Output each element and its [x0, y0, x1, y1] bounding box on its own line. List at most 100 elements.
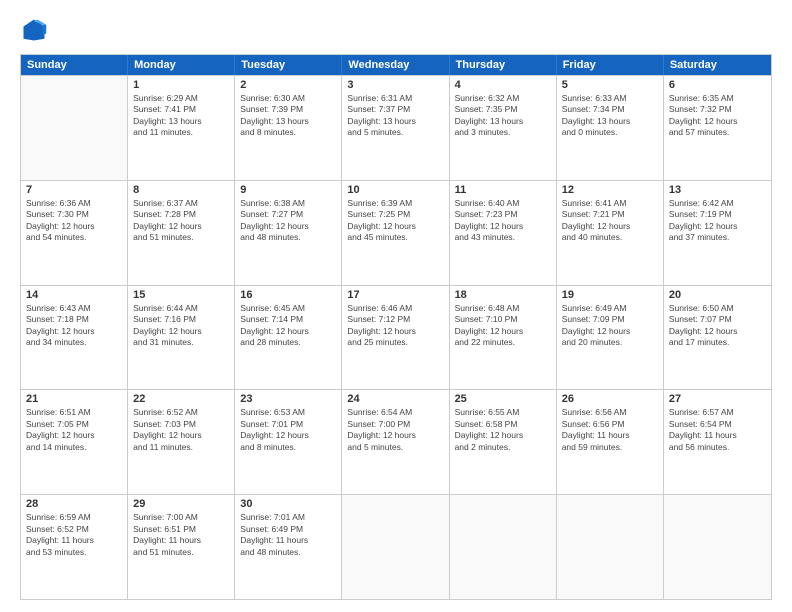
- cal-cell: [450, 495, 557, 599]
- cal-cell: 29 Sunrise: 7:00 AMSunset: 6:51 PMDayligh…: [128, 495, 235, 599]
- cal-cell: 28 Sunrise: 6:59 AMSunset: 6:52 PMDayligh…: [21, 495, 128, 599]
- cell-info: Sunrise: 7:01 AMSunset: 6:49 PMDaylight:…: [240, 512, 336, 558]
- cal-cell: 2 Sunrise: 6:30 AMSunset: 7:39 PMDaylight…: [235, 76, 342, 180]
- calendar-body: 1 Sunrise: 6:29 AMSunset: 7:41 PMDaylight…: [21, 75, 771, 599]
- cell-info: Sunrise: 6:37 AMSunset: 7:28 PMDaylight:…: [133, 198, 229, 244]
- cell-info: Sunrise: 6:44 AMSunset: 7:16 PMDaylight:…: [133, 303, 229, 349]
- cell-info: Sunrise: 7:00 AMSunset: 6:51 PMDaylight:…: [133, 512, 229, 558]
- cal-cell: [342, 495, 449, 599]
- day-number: 24: [347, 393, 443, 405]
- cell-info: Sunrise: 6:32 AMSunset: 7:35 PMDaylight:…: [455, 93, 551, 139]
- cell-info: Sunrise: 6:57 AMSunset: 6:54 PMDaylight:…: [669, 407, 766, 453]
- cal-cell: [21, 76, 128, 180]
- cell-info: Sunrise: 6:50 AMSunset: 7:07 PMDaylight:…: [669, 303, 766, 349]
- day-header-friday: Friday: [557, 55, 664, 75]
- day-number: 1: [133, 79, 229, 91]
- day-number: 9: [240, 184, 336, 196]
- cell-info: Sunrise: 6:43 AMSunset: 7:18 PMDaylight:…: [26, 303, 122, 349]
- cal-cell: 5Sunrise: 6:33 AMSunset: 7:34 PMDaylight…: [557, 76, 664, 180]
- day-number: 23: [240, 393, 336, 405]
- day-number: 5: [562, 79, 658, 91]
- cal-cell: 4 Sunrise: 6:32 AMSunset: 7:35 PMDaylight…: [450, 76, 557, 180]
- cell-info: Sunrise: 6:46 AMSunset: 7:12 PMDaylight:…: [347, 303, 443, 349]
- cal-cell: 10 Sunrise: 6:39 AMSunset: 7:25 PMDayligh…: [342, 181, 449, 285]
- day-header-saturday: Saturday: [664, 55, 771, 75]
- cell-info: Sunrise: 6:35 AMSunset: 7:32 PMDaylight:…: [669, 93, 766, 139]
- day-number: 29: [133, 498, 229, 510]
- cal-cell: 6 Sunrise: 6:35 AMSunset: 7:32 PMDaylight…: [664, 76, 771, 180]
- calendar: SundayMondayTuesdayWednesdayThursdayFrid…: [20, 54, 772, 600]
- day-number: 4: [455, 79, 551, 91]
- day-number: 6: [669, 79, 766, 91]
- cell-info: Sunrise: 6:53 AMSunset: 7:01 PMDaylight:…: [240, 407, 336, 453]
- day-number: 2: [240, 79, 336, 91]
- cal-cell: 16 Sunrise: 6:45 AMSunset: 7:14 PMDayligh…: [235, 286, 342, 390]
- page: SundayMondayTuesdayWednesdayThursdayFrid…: [0, 0, 792, 612]
- cell-info: Sunrise: 6:55 AMSunset: 6:58 PMDaylight:…: [455, 407, 551, 453]
- day-number: 26: [562, 393, 658, 405]
- cal-cell: [664, 495, 771, 599]
- cal-cell: 25 Sunrise: 6:55 AMSunset: 6:58 PMDayligh…: [450, 390, 557, 494]
- day-header-wednesday: Wednesday: [342, 55, 449, 75]
- cal-cell: 21 Sunrise: 6:51 AMSunset: 7:05 PMDayligh…: [21, 390, 128, 494]
- cal-cell: 9Sunrise: 6:38 AMSunset: 7:27 PMDaylight…: [235, 181, 342, 285]
- cal-cell: 18Sunrise: 6:48 AMSunset: 7:10 PMDayligh…: [450, 286, 557, 390]
- cal-cell: 13Sunrise: 6:42 AMSunset: 7:19 PMDayligh…: [664, 181, 771, 285]
- cell-info: Sunrise: 6:31 AMSunset: 7:37 PMDaylight:…: [347, 93, 443, 139]
- day-number: 7: [26, 184, 122, 196]
- day-number: 8: [133, 184, 229, 196]
- day-header-tuesday: Tuesday: [235, 55, 342, 75]
- cal-cell: 26Sunrise: 6:56 AMSunset: 6:56 PMDayligh…: [557, 390, 664, 494]
- day-number: 19: [562, 289, 658, 301]
- cal-cell: 19 Sunrise: 6:49 AMSunset: 7:09 PMDayligh…: [557, 286, 664, 390]
- cell-info: Sunrise: 6:51 AMSunset: 7:05 PMDaylight:…: [26, 407, 122, 453]
- day-number: 16: [240, 289, 336, 301]
- cal-cell: 12Sunrise: 6:41 AMSunset: 7:21 PMDayligh…: [557, 181, 664, 285]
- day-number: 14: [26, 289, 122, 301]
- cell-info: Sunrise: 6:30 AMSunset: 7:39 PMDaylight:…: [240, 93, 336, 139]
- header: [20, 16, 772, 44]
- cell-info: Sunrise: 6:39 AMSunset: 7:25 PMDaylight:…: [347, 198, 443, 244]
- week-row-1: 7 Sunrise: 6:36 AMSunset: 7:30 PMDaylight…: [21, 180, 771, 285]
- day-header-thursday: Thursday: [450, 55, 557, 75]
- cal-cell: 7 Sunrise: 6:36 AMSunset: 7:30 PMDaylight…: [21, 181, 128, 285]
- cal-cell: 27 Sunrise: 6:57 AMSunset: 6:54 PMDayligh…: [664, 390, 771, 494]
- day-header-monday: Monday: [128, 55, 235, 75]
- cal-cell: 1 Sunrise: 6:29 AMSunset: 7:41 PMDaylight…: [128, 76, 235, 180]
- day-number: 13: [669, 184, 766, 196]
- day-number: 20: [669, 289, 766, 301]
- cal-cell: 22 Sunrise: 6:52 AMSunset: 7:03 PMDayligh…: [128, 390, 235, 494]
- day-number: 21: [26, 393, 122, 405]
- cal-cell: 17Sunrise: 6:46 AMSunset: 7:12 PMDayligh…: [342, 286, 449, 390]
- cell-info: Sunrise: 6:29 AMSunset: 7:41 PMDaylight:…: [133, 93, 229, 139]
- week-row-3: 21 Sunrise: 6:51 AMSunset: 7:05 PMDayligh…: [21, 389, 771, 494]
- day-number: 27: [669, 393, 766, 405]
- cal-cell: 14 Sunrise: 6:43 AMSunset: 7:18 PMDayligh…: [21, 286, 128, 390]
- cell-info: Sunrise: 6:45 AMSunset: 7:14 PMDaylight:…: [240, 303, 336, 349]
- cal-cell: 20 Sunrise: 6:50 AMSunset: 7:07 PMDayligh…: [664, 286, 771, 390]
- day-number: 3: [347, 79, 443, 91]
- day-number: 15: [133, 289, 229, 301]
- day-number: 30: [240, 498, 336, 510]
- day-number: 22: [133, 393, 229, 405]
- cell-info: Sunrise: 6:54 AMSunset: 7:00 PMDaylight:…: [347, 407, 443, 453]
- cell-info: Sunrise: 6:59 AMSunset: 6:52 PMDaylight:…: [26, 512, 122, 558]
- cell-info: Sunrise: 6:52 AMSunset: 7:03 PMDaylight:…: [133, 407, 229, 453]
- calendar-header: SundayMondayTuesdayWednesdayThursdayFrid…: [21, 55, 771, 75]
- cell-info: Sunrise: 6:41 AMSunset: 7:21 PMDaylight:…: [562, 198, 658, 244]
- cell-info: Sunrise: 6:49 AMSunset: 7:09 PMDaylight:…: [562, 303, 658, 349]
- cell-info: Sunrise: 6:36 AMSunset: 7:30 PMDaylight:…: [26, 198, 122, 244]
- week-row-2: 14 Sunrise: 6:43 AMSunset: 7:18 PMDayligh…: [21, 285, 771, 390]
- week-row-0: 1 Sunrise: 6:29 AMSunset: 7:41 PMDaylight…: [21, 75, 771, 180]
- day-number: 18: [455, 289, 551, 301]
- cal-cell: 11Sunrise: 6:40 AMSunset: 7:23 PMDayligh…: [450, 181, 557, 285]
- cal-cell: 30 Sunrise: 7:01 AMSunset: 6:49 PMDayligh…: [235, 495, 342, 599]
- cal-cell: 23 Sunrise: 6:53 AMSunset: 7:01 PMDayligh…: [235, 390, 342, 494]
- cal-cell: 24 Sunrise: 6:54 AMSunset: 7:00 PMDayligh…: [342, 390, 449, 494]
- cal-cell: 8 Sunrise: 6:37 AMSunset: 7:28 PMDaylight…: [128, 181, 235, 285]
- week-row-4: 28 Sunrise: 6:59 AMSunset: 6:52 PMDayligh…: [21, 494, 771, 599]
- day-number: 10: [347, 184, 443, 196]
- day-number: 28: [26, 498, 122, 510]
- day-number: 25: [455, 393, 551, 405]
- logo: [20, 16, 52, 44]
